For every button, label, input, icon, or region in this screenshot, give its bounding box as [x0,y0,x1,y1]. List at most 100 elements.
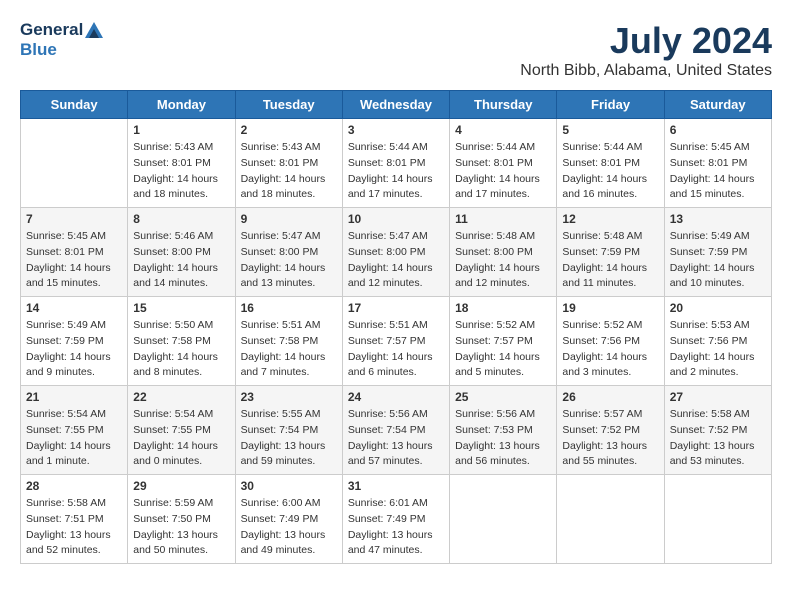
day-content: Sunrise: 5:45 AMSunset: 8:01 PMDaylight:… [670,140,766,203]
day-info-line: Sunset: 8:01 PM [670,157,748,169]
day-info-line: Daylight: 14 hours [455,173,540,185]
day-info-line: and 47 minutes. [348,544,423,556]
calendar-cell: 23Sunrise: 5:55 AMSunset: 7:54 PMDayligh… [235,386,342,475]
calendar-cell: 28Sunrise: 5:58 AMSunset: 7:51 PMDayligh… [21,475,128,564]
day-number: 3 [348,123,444,137]
day-info-line: and 0 minutes. [133,455,202,467]
day-info-line: and 18 minutes. [241,188,316,200]
calendar-cell: 20Sunrise: 5:53 AMSunset: 7:56 PMDayligh… [664,297,771,386]
day-info-line: Sunset: 7:50 PM [133,513,211,525]
day-number: 6 [670,123,766,137]
day-number: 7 [26,212,122,226]
day-info-line: Sunset: 7:58 PM [133,335,211,347]
day-info-line: Sunrise: 6:00 AM [241,497,321,509]
day-number: 4 [455,123,551,137]
day-info-line: and 2 minutes. [670,366,739,378]
day-header-saturday: Saturday [664,91,771,119]
day-content: Sunrise: 6:01 AMSunset: 7:49 PMDaylight:… [348,496,444,559]
day-info-line: and 18 minutes. [133,188,208,200]
day-info-line: Daylight: 13 hours [348,440,433,452]
day-info-line: and 12 minutes. [348,277,423,289]
calendar-cell: 8Sunrise: 5:46 AMSunset: 8:00 PMDaylight… [128,208,235,297]
day-info-line: Sunrise: 5:57 AM [562,408,642,420]
day-info-line: Daylight: 14 hours [670,173,755,185]
day-info-line: Sunset: 8:00 PM [455,246,533,258]
day-info-line: Sunrise: 5:54 AM [26,408,106,420]
day-content: Sunrise: 5:53 AMSunset: 7:56 PMDaylight:… [670,318,766,381]
day-info-line: and 11 minutes. [562,277,636,289]
day-info-line: Sunrise: 5:44 AM [348,141,428,153]
day-content: Sunrise: 5:52 AMSunset: 7:56 PMDaylight:… [562,318,658,381]
calendar-cell: 6 Sunrise: 5:45 AMSunset: 8:01 PMDaylight… [664,119,771,208]
day-info-line: Sunrise: 5:48 AM [562,230,642,242]
day-content: Sunrise: 5:58 AMSunset: 7:51 PMDaylight:… [26,496,122,559]
day-info-line: Sunrise: 5:43 AM [133,141,213,153]
day-number: 16 [241,301,337,315]
day-info-line: Sunrise: 5:51 AM [241,319,321,331]
day-content: Sunrise: 5:56 AMSunset: 7:53 PMDaylight:… [455,407,551,470]
day-info-line: Sunset: 8:01 PM [133,157,211,169]
day-content: Sunrise: 5:51 AMSunset: 7:58 PMDaylight:… [241,318,337,381]
day-number: 26 [562,390,658,404]
day-info-line: Sunrise: 5:54 AM [133,408,213,420]
calendar-cell [664,475,771,564]
day-content: Sunrise: 5:52 AMSunset: 7:57 PMDaylight:… [455,318,551,381]
day-number: 12 [562,212,658,226]
day-info-line: and 6 minutes. [348,366,417,378]
day-info-line: and 3 minutes. [562,366,631,378]
calendar-cell: 15Sunrise: 5:50 AMSunset: 7:58 PMDayligh… [128,297,235,386]
day-info-line: and 17 minutes. [348,188,423,200]
day-info-line: Sunset: 8:00 PM [133,246,211,258]
day-number: 25 [455,390,551,404]
calendar-cell: 14 Sunrise: 5:49 AMSunset: 7:59 PMDayligh… [21,297,128,386]
day-content: Sunrise: 5:59 AMSunset: 7:50 PMDaylight:… [133,496,229,559]
day-content: Sunrise: 5:51 AMSunset: 7:57 PMDaylight:… [348,318,444,381]
logo: General Blue [20,20,105,60]
day-header-wednesday: Wednesday [342,91,449,119]
calendar-cell [21,119,128,208]
calendar-cell: 9Sunrise: 5:47 AMSunset: 8:00 PMDaylight… [235,208,342,297]
logo-blue: Blue [20,40,57,60]
day-info-line: Sunrise: 5:51 AM [348,319,428,331]
day-info-line: and 5 minutes. [455,366,524,378]
day-number: 11 [455,212,551,226]
day-info-line: Sunrise: 5:52 AM [562,319,642,331]
calendar-cell: 31 Sunrise: 6:01 AMSunset: 7:49 PMDayligh… [342,475,449,564]
day-info-line: Daylight: 14 hours [562,262,647,274]
day-info-line: Daylight: 14 hours [26,262,111,274]
day-number: 31 [348,479,444,493]
day-info-line: Daylight: 14 hours [241,173,326,185]
day-info-line: Sunset: 8:01 PM [348,157,426,169]
day-info-line: and 10 minutes. [670,277,745,289]
day-content: Sunrise: 5:48 AMSunset: 8:00 PMDaylight:… [455,229,551,292]
day-info-line: Sunset: 7:57 PM [455,335,533,347]
day-info-line: Sunset: 8:01 PM [455,157,533,169]
calendar-cell: 24Sunrise: 5:56 AMSunset: 7:54 PMDayligh… [342,386,449,475]
calendar-cell: 27Sunrise: 5:58 AMSunset: 7:52 PMDayligh… [664,386,771,475]
day-info-line: Sunrise: 5:43 AM [241,141,321,153]
day-content: Sunrise: 5:45 AMSunset: 8:01 PMDaylight:… [26,229,122,292]
calendar-cell: 7 Sunrise: 5:45 AMSunset: 8:01 PMDaylight… [21,208,128,297]
day-content: Sunrise: 5:49 AMSunset: 7:59 PMDaylight:… [670,229,766,292]
day-content: Sunrise: 5:55 AMSunset: 7:54 PMDaylight:… [241,407,337,470]
day-number: 14 [26,301,122,315]
day-info-line: and 50 minutes. [133,544,208,556]
day-content: Sunrise: 5:58 AMSunset: 7:52 PMDaylight:… [670,407,766,470]
day-info-line: Sunset: 7:49 PM [241,513,319,525]
day-info-line: Daylight: 14 hours [670,262,755,274]
calendar-cell [450,475,557,564]
day-info-line: Daylight: 14 hours [348,351,433,363]
calendar-cell: 17Sunrise: 5:51 AMSunset: 7:57 PMDayligh… [342,297,449,386]
day-info-line: and 14 minutes. [133,277,208,289]
day-content: Sunrise: 5:49 AMSunset: 7:59 PMDaylight:… [26,318,122,381]
day-info-line: Sunrise: 5:50 AM [133,319,213,331]
calendar-cell: 1Sunrise: 5:43 AMSunset: 8:01 PMDaylight… [128,119,235,208]
day-info-line: Daylight: 14 hours [133,440,218,452]
day-info-line: Daylight: 13 hours [670,440,755,452]
day-info-line: Sunset: 8:01 PM [562,157,640,169]
day-info-line: Sunrise: 5:52 AM [455,319,535,331]
day-info-line: and 17 minutes. [455,188,530,200]
day-content: Sunrise: 5:44 AMSunset: 8:01 PMDaylight:… [455,140,551,203]
day-info-line: Sunrise: 5:56 AM [348,408,428,420]
day-number: 22 [133,390,229,404]
